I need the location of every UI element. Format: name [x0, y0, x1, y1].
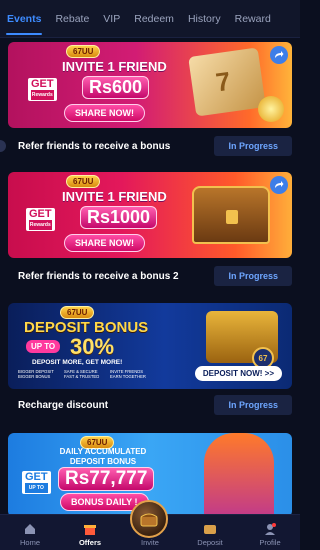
promo-row-1: Refer friends to receive a bonus In Prog… [0, 132, 300, 160]
feature-list: BIGGER DEPOSIT BIGGER BONUS SAFE & SECUR… [18, 369, 154, 379]
get-text: GET [25, 471, 48, 483]
tab-redeem[interactable]: Redeem [127, 0, 181, 38]
feature-item: SAFE & SECURE FAST & TRUSTED [64, 369, 100, 379]
brand-logo: 67UU [66, 175, 101, 188]
mystery-box-illustration: 7 [188, 47, 266, 117]
nav-label: Home [19, 538, 40, 547]
tab-reward[interactable]: Reward [228, 0, 278, 38]
promo-title: Recharge discount [18, 399, 109, 411]
promo-row-3: Recharge discount In Progress [0, 391, 300, 419]
promo-banner-invite-600[interactable]: 7 67UU INVITE 1 FRIEND GET Rewards Rs600… [8, 42, 292, 128]
reward-amount: Rs1000 [80, 206, 158, 229]
nav-label: Invite [141, 538, 159, 547]
banner-headline: INVITE 1 FRIEND [62, 59, 167, 74]
banner-tagline: DEPOSIT MORE, GET MORE! [32, 359, 123, 366]
promo-banner-deposit-bonus[interactable]: 67 67UU DEPOSIT BONUS UP TO 30% DEPOSIT … [8, 303, 292, 389]
promo-title: Refer friends to receive a bonus 2 [18, 270, 179, 282]
gold-treasure-illustration: 67 [206, 311, 278, 369]
promo-row-2: Refer friends to receive a bonus 2 In Pr… [0, 262, 300, 290]
wallet-icon [204, 525, 216, 534]
nav-deposit[interactable]: Deposit [180, 522, 240, 547]
dancer-illustration [204, 433, 274, 517]
status-badge[interactable]: In Progress [214, 266, 292, 286]
deposit-now-button[interactable]: DEPOSIT NOW! >> [194, 366, 282, 381]
status-badge[interactable]: In Progress [214, 395, 292, 415]
get-subtext: Rewards [29, 220, 52, 230]
reward-amount: Rs600 [82, 76, 150, 99]
tab-events[interactable]: Events [0, 0, 48, 38]
brand-logo: 67UU [66, 45, 101, 58]
tab-history[interactable]: History [181, 0, 228, 38]
banner-headline: DAILY ACCUMULATED DEPOSIT BONUS [59, 447, 147, 466]
bonus-percent: 30% [70, 334, 115, 359]
get-text: GET [29, 208, 52, 220]
share-now-button[interactable]: SHARE NOW! [64, 234, 145, 252]
nav-label: Profile [259, 538, 281, 547]
banner-headline: INVITE 1 FRIEND [62, 189, 167, 204]
invite-fab[interactable] [130, 500, 168, 538]
chest-icon [140, 513, 158, 527]
nav-home[interactable]: Home [0, 522, 60, 547]
nav-label: Deposit [197, 538, 223, 547]
brand-logo: 67UU [60, 306, 95, 319]
up-to-label: UP TO [26, 340, 61, 353]
nav-profile[interactable]: Profile [240, 522, 300, 547]
share-icon[interactable] [270, 176, 288, 194]
promo-banner-invite-1000[interactable]: 67UU INVITE 1 FRIEND GET Rewards Rs1000 … [8, 172, 292, 258]
nav-label: Offers [78, 538, 102, 547]
get-label: GET Rewards [26, 208, 55, 231]
share-icon[interactable] [270, 46, 288, 64]
home-icon [25, 524, 35, 534]
gift-icon [84, 525, 96, 535]
share-now-button[interactable]: SHARE NOW! [64, 104, 145, 122]
feature-item: INVITE FRIENDS EARN TOGETHER [110, 369, 146, 379]
get-subtext: UP TO [25, 483, 48, 493]
coin-decoration [258, 96, 284, 122]
promo-title: Refer friends to receive a bonus [18, 140, 171, 152]
nav-offers[interactable]: Offers [60, 522, 120, 547]
feature-item: BIGGER DEPOSIT BIGGER BONUS [18, 369, 54, 379]
tab-vip[interactable]: VIP [96, 0, 127, 38]
top-tab-bar: Events Rebate VIP Redeem History Reward [0, 0, 300, 38]
reward-amount: Rs77,777 [58, 467, 155, 491]
get-label: GET UP TO [22, 471, 51, 494]
tab-rebate[interactable]: Rebate [48, 0, 96, 38]
get-text: GET [31, 78, 54, 90]
status-badge[interactable]: In Progress [214, 136, 292, 156]
profile-icon [265, 523, 276, 535]
get-label: GET Rewards [28, 78, 57, 101]
treasure-chest-illustration [192, 186, 270, 244]
get-subtext: Rewards [31, 90, 54, 100]
